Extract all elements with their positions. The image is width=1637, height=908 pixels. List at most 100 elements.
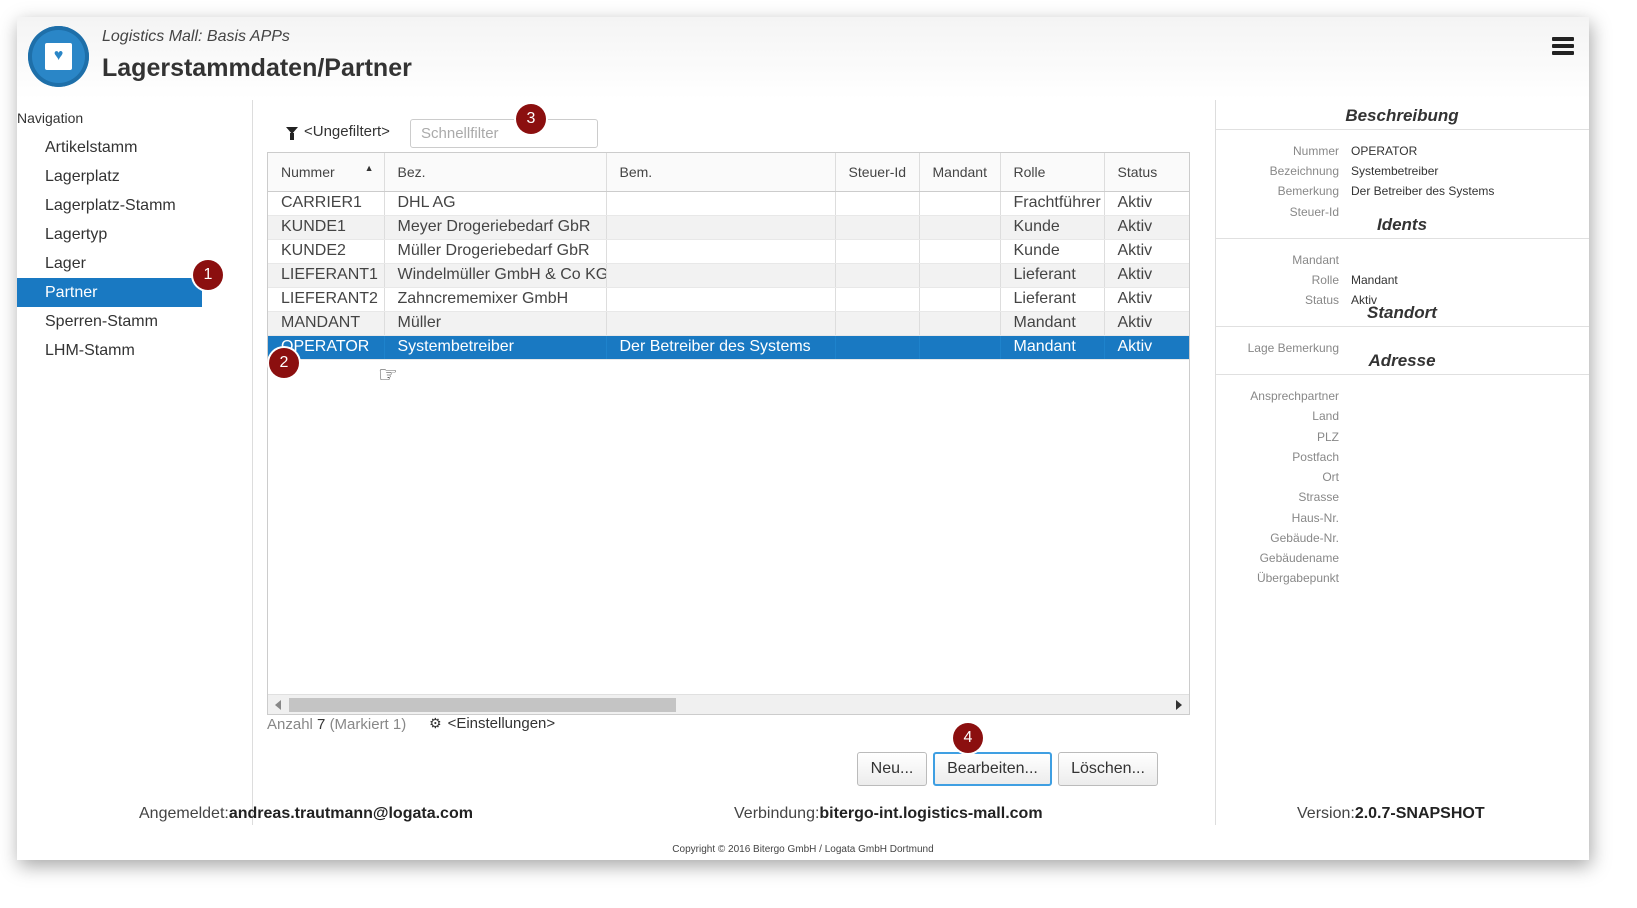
cell-steuer-id [835,335,920,360]
sort-ascending-icon: ▲ [364,163,374,173]
cell-nummer: LIEFERANT1 [268,263,385,288]
table-row[interactable]: LIEFERANT1 Windelmüller GmbH & Co KG Liefe… [268,263,1189,288]
cell-bem [606,287,836,312]
menu-icon[interactable] [1552,37,1574,55]
nav-item-lager[interactable]: Lager [17,249,202,278]
cell-status: Aktiv [1104,191,1189,216]
table-row[interactable]: CARRIER1 DHL AG Frachtführer Aktiv [268,191,1189,216]
cell-rolle: Kunde [1000,215,1105,240]
main-content: <Ungefiltert> 3 Nummer▲ Bez. Bem. Steuer… [253,100,1213,825]
cell-nummer: KUNDE1 [268,215,385,240]
settings-link[interactable]: ⚙ <Einstellungen> [429,715,555,732]
column-header-rolle[interactable]: Rolle [1000,153,1105,192]
nav-item-artikelstamm[interactable]: Artikelstamm [17,133,202,162]
edit-button[interactable]: Bearbeiten... [933,752,1052,786]
callout-badge-1: 1 [193,260,223,290]
column-header-nummer[interactable]: Nummer ▲ [268,153,385,192]
section-title-adresse: Adresse [1215,347,1589,375]
detail-label: Postfach [1292,450,1339,464]
navigation-title: Navigation [17,110,84,126]
table-header-row: Nummer ▲ Bez. Bem. Steuer-Id Mandant Roll… [268,153,1189,192]
detail-label: Ort [1322,470,1339,484]
record-count: Anzahl 7 (Markiert 1) [267,716,407,733]
detail-label: Übergabepunkt [1256,571,1339,585]
cell-bez: Systembetreiber [384,335,607,360]
cell-bem [606,191,836,216]
cell-steuer-id [835,263,920,288]
hand-pointer-icon: ☞ [378,362,398,387]
cell-steuer-id [835,311,920,336]
detail-label: Bemerkung [1277,184,1339,198]
column-header-bem[interactable]: Bem. [606,153,836,192]
detail-label: PLZ [1316,430,1339,444]
cell-rolle: Kunde [1000,239,1105,264]
cell-steuer-id [835,287,920,312]
table-row[interactable]: LIEFERANT2 Zahncrememixer GmbH Lieferant Ak… [268,287,1189,312]
quick-filter-input[interactable] [410,119,598,148]
horizontal-scrollbar[interactable] [268,694,1189,714]
callout-badge-4: 4 [953,723,983,753]
column-header-status[interactable]: Status [1104,153,1189,192]
callout-badge-2: 2 [269,348,299,378]
app-logo-icon [28,26,89,87]
detail-label: Rolle [1311,273,1339,287]
version-info: Version:2.0.7-SNAPSHOT [1297,805,1485,822]
cell-steuer-id [835,191,920,216]
detail-value: Mandant [1351,273,1398,287]
nav-item-partner[interactable]: Partner [17,278,202,307]
page-title: Lagerstammdaten/Partner [102,54,412,82]
cell-rolle: Frachtführer [1000,191,1105,216]
detail-panel: Beschreibung Nummer OPERATOR Bezeichnung… [1215,100,1589,825]
panel-divider [1215,100,1216,825]
cell-bem [606,311,836,336]
nav-item-lagerplatz-stamm[interactable]: Lagerplatz-Stamm [17,191,202,220]
detail-label: Bezeichnung [1269,164,1339,178]
nav-item-lhm-stamm[interactable]: LHM-Stamm [17,336,202,365]
cell-status: Aktiv [1104,215,1189,240]
table-row[interactable]: MANDANT Müller Mandant Aktiv [268,311,1189,336]
new-button[interactable]: Neu... [857,752,927,786]
section-title-standort: Standort [1215,299,1589,327]
settings-label: <Einstellungen> [447,715,556,732]
cell-bez: Zahncrememixer GmbH [384,287,607,312]
app-window: Logistics Mall: Basis APPs Lagerstammdat… [17,17,1589,860]
column-header-mandant[interactable]: Mandant [919,153,1001,192]
cell-bez: Müller [384,311,607,336]
cell-rolle: Lieferant [1000,287,1105,312]
scrollbar-thumb[interactable] [289,698,676,712]
cell-status: Aktiv [1104,263,1189,288]
column-header-steuer-id[interactable]: Steuer-Id [835,153,920,192]
nav-item-lagerplatz[interactable]: Lagerplatz [17,162,202,191]
cell-nummer: KUNDE2 [268,239,385,264]
cell-bez: Meyer Drogeriebedarf GbR [384,215,607,240]
cell-bem [606,215,836,240]
section-title-beschreibung: Beschreibung [1215,102,1589,130]
nav-item-lagertyp[interactable]: Lagertyp [17,220,202,249]
column-header-bez[interactable]: Bez. [384,153,607,192]
cell-steuer-id [835,239,920,264]
connection-info: Verbindung:bitergo-int.logistics-mall.co… [734,805,1043,822]
cell-nummer: LIEFERANT2 [268,287,385,312]
detail-label: Strasse [1298,490,1339,504]
delete-button[interactable]: Löschen... [1058,752,1158,786]
filter-label: <Ungefiltert> [304,123,390,140]
detail-label: Ansprechpartner [1250,389,1339,403]
nav-item-sperren-stamm[interactable]: Sperren-Stamm [17,307,202,336]
cell-rolle: Mandant [1000,311,1105,336]
detail-label: Haus-Nr. [1291,511,1339,525]
cell-mandant [919,287,1001,312]
scroll-right-icon[interactable] [1176,700,1182,710]
table-row[interactable]: KUNDE1 Meyer Drogeriebedarf GbR Kunde Aktiv [268,215,1189,240]
callout-badge-3: 3 [516,104,546,134]
table-row[interactable]: KUNDE2 Müller Drogeriebedarf GbR Kunde Akti… [268,239,1189,264]
table-row-selected[interactable]: OPERATOR Systembetreiber Der Betreiber des… [268,335,1189,360]
detail-label: Land [1312,409,1339,423]
section-title-idents: Idents [1215,211,1589,239]
cell-rolle: Mandant [1000,335,1105,360]
detail-label: Gebäude-Nr. [1270,531,1339,545]
detail-value: OPERATOR [1351,144,1418,158]
cell-mandant [919,263,1001,288]
scroll-left-icon[interactable] [275,700,281,710]
cell-bem: Der Betreiber des Systems [606,335,836,360]
filter-selector[interactable]: <Ungefiltert> [286,123,390,140]
